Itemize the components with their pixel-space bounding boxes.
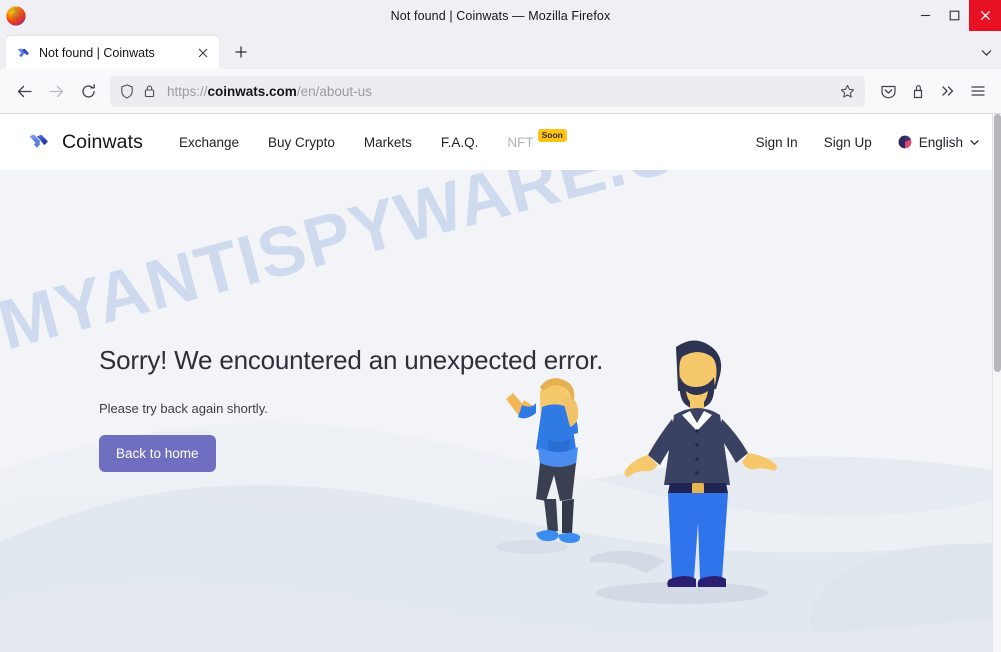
tab-title: Not found | Coinwats xyxy=(39,45,155,60)
list-all-tabs-icon[interactable] xyxy=(971,38,1001,66)
nav-item-nft-label: NFT xyxy=(507,134,534,150)
tab-close-icon[interactable] xyxy=(193,43,212,62)
tab-strip: Not found | Coinwats xyxy=(0,31,1001,69)
shield-icon[interactable] xyxy=(117,82,136,101)
overflow-chevrons-icon[interactable] xyxy=(933,76,963,106)
site-header-actions: Sign In Sign Up English xyxy=(756,135,979,150)
lock-icon[interactable] xyxy=(140,82,159,101)
coinwats-favicon-icon xyxy=(17,48,29,58)
back-to-home-button[interactable]: Back to home xyxy=(99,435,216,472)
browser-window: Not found | Coinwats — Mozilla Firefox N… xyxy=(0,0,1001,652)
man-figure xyxy=(624,340,777,587)
close-button[interactable] xyxy=(969,0,1001,31)
chevron-down-icon xyxy=(970,139,979,145)
hero-subtitle: Please try back again shortly. xyxy=(99,401,268,416)
window-title: Not found | Coinwats — Mozilla Firefox xyxy=(390,8,611,23)
sign-in-link[interactable]: Sign In xyxy=(756,135,798,150)
title-bar: Not found | Coinwats — Mozilla Firefox xyxy=(0,0,1001,31)
new-tab-button[interactable] xyxy=(227,38,255,66)
page-scrollbar[interactable] xyxy=(992,114,1001,652)
sign-up-link[interactable]: Sign Up xyxy=(824,135,872,150)
nav-item-exchange[interactable]: Exchange xyxy=(179,135,239,150)
nav-item-nft[interactable]: NFT Soon xyxy=(507,128,567,150)
language-label: English xyxy=(918,134,963,150)
pocket-icon[interactable] xyxy=(873,76,903,106)
hero-copy: Sorry! We encountered an unexpected erro… xyxy=(99,345,603,472)
soon-badge: Soon xyxy=(537,128,567,142)
navigation-toolbar: https://coinwats.com/en/about-us xyxy=(0,69,1001,114)
site-main-nav: Exchange Buy Crypto Markets F.A.Q. NFT S… xyxy=(179,128,567,150)
coinwats-logo-icon xyxy=(29,133,48,148)
hero-section: MYANTISPYWARE.COM xyxy=(0,170,992,652)
minimize-button[interactable] xyxy=(911,0,940,31)
page-title: Sorry! We encountered an unexpected erro… xyxy=(99,345,604,375)
reload-button[interactable] xyxy=(72,75,104,107)
nav-item-faq[interactable]: F.A.Q. xyxy=(441,135,479,150)
browser-tab[interactable]: Not found | Coinwats xyxy=(6,36,219,69)
scrollbar-thumb[interactable] xyxy=(994,114,1001,372)
nav-item-buy-crypto[interactable]: Buy Crypto xyxy=(268,135,335,150)
brand-logo[interactable]: Coinwats xyxy=(28,130,143,155)
globe-icon xyxy=(898,135,912,149)
brand-name: Coinwats xyxy=(62,130,143,153)
bookmark-star-icon[interactable] xyxy=(836,80,858,102)
firefox-logo-icon xyxy=(6,5,26,26)
url-text[interactable]: https://coinwats.com/en/about-us xyxy=(167,84,836,99)
extensions-icon[interactable] xyxy=(903,76,933,106)
language-selector[interactable]: English xyxy=(898,135,979,150)
window-controls xyxy=(911,0,1001,31)
page-viewport: Coinwats Exchange Buy Crypto Markets F.A… xyxy=(0,114,1001,652)
forward-button[interactable] xyxy=(40,75,72,107)
url-bar[interactable]: https://coinwats.com/en/about-us xyxy=(110,75,865,107)
maximize-button[interactable] xyxy=(940,0,969,31)
nav-item-markets[interactable]: Markets xyxy=(364,135,412,150)
site-header: Coinwats Exchange Buy Crypto Markets F.A… xyxy=(0,114,1001,170)
app-menu-icon[interactable] xyxy=(963,76,993,106)
back-button[interactable] xyxy=(8,75,40,107)
